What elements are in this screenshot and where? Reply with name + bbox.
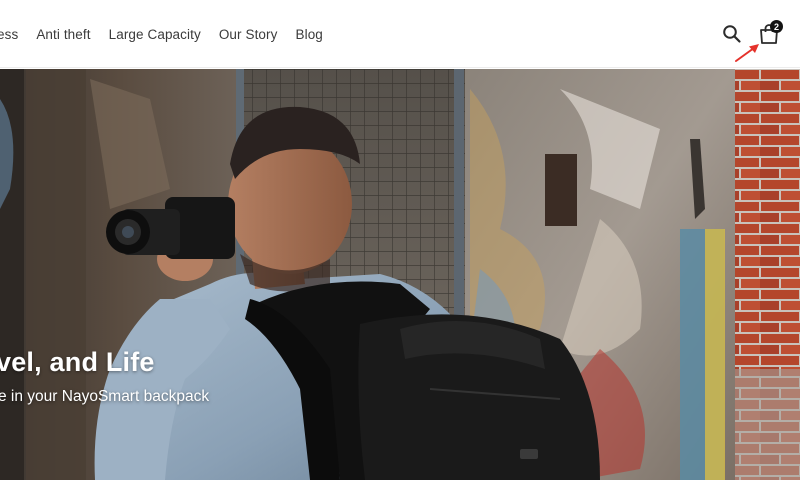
site-header: ess Anti theft Large Capacity Our Story … bbox=[0, 0, 800, 68]
hero-banner[interactable]: vel, and Life e in your NayoSmart backpa… bbox=[0, 69, 800, 480]
nav-item-business[interactable]: ess bbox=[0, 27, 18, 42]
nav-item-anti-theft[interactable]: Anti theft bbox=[36, 27, 90, 42]
annotation-arrow-icon bbox=[735, 44, 759, 62]
hero-subtitle: e in your NayoSmart backpack bbox=[0, 388, 210, 405]
cart-count-badge: 2 bbox=[770, 20, 783, 33]
hero-image bbox=[0, 69, 800, 480]
nav-item-our-story[interactable]: Our Story bbox=[219, 27, 278, 42]
main-nav: ess Anti theft Large Capacity Our Story … bbox=[0, 25, 341, 43]
hero-title: vel, and Life bbox=[0, 347, 155, 377]
nav-item-large-capacity[interactable]: Large Capacity bbox=[109, 27, 201, 42]
nav-item-blog[interactable]: Blog bbox=[295, 27, 322, 42]
